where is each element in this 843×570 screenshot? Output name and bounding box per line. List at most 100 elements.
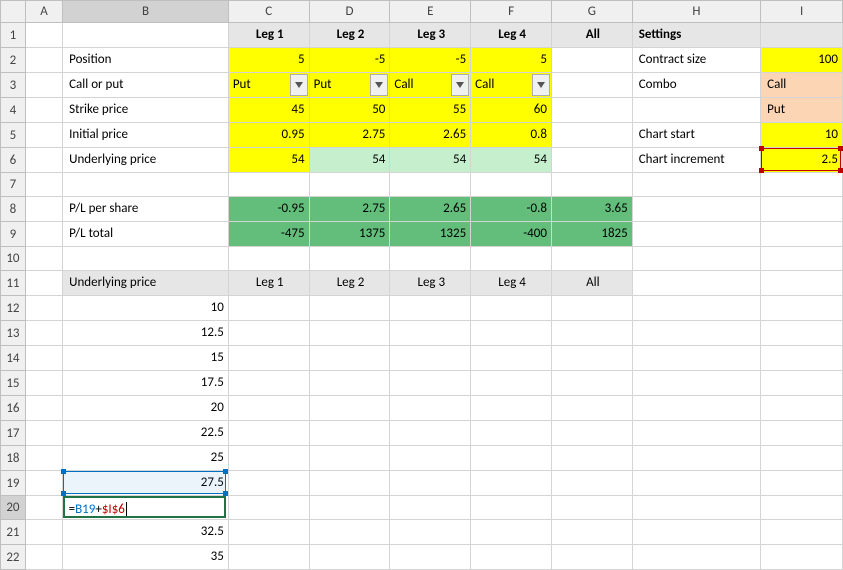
pltotal-l1: -475 [229,222,309,246]
row-13[interactable]: 13 [1,321,26,346]
contract-size-val[interactable]: 100 [761,48,842,72]
dropdown-icon[interactable] [532,74,550,96]
label-init-price: Initial price [63,123,228,147]
row-12[interactable]: 12 [1,296,26,321]
position-l3[interactable]: -5 [390,48,470,72]
series-b16[interactable]: 20 [63,396,228,420]
plshare-l4: -0.8 [471,197,551,221]
under-l4[interactable]: 54 [471,148,551,172]
col-I[interactable]: I [761,1,843,23]
callput-l2-cell[interactable]: Put [309,73,390,98]
callput-l4-cell[interactable]: Call [471,73,552,98]
strike-l4[interactable]: 60 [471,98,551,122]
combo-put[interactable]: Put [761,98,842,122]
col-B[interactable]: B [63,1,229,23]
h2-leg4: Leg 4 [471,271,551,295]
header-all: All [552,23,632,47]
row-4[interactable]: 4 [1,98,26,123]
row-11[interactable]: 11 [1,271,26,296]
formula-edit-cell[interactable]: =B19+$I$6 [63,496,227,518]
position-l2[interactable]: -5 [310,48,390,72]
position-l1[interactable]: 5 [229,48,309,72]
label-combo: Combo [633,73,760,97]
formula-ref-b19: B19 [75,502,95,517]
row-8[interactable]: 8 [1,197,26,222]
pltotal-l3: 1325 [390,222,470,246]
series-b15[interactable]: 17.5 [63,371,228,395]
col-D[interactable]: D [309,1,390,23]
under-l3[interactable]: 54 [390,148,470,172]
row-3[interactable]: 3 [1,73,26,98]
column-headers[interactable]: A B C D E F G H I [1,1,843,23]
header-leg3: Leg 3 [390,23,470,47]
col-G[interactable]: G [551,1,632,23]
col-C[interactable]: C [228,1,309,23]
row-22[interactable]: 22 [1,545,26,570]
col-F[interactable]: F [471,1,552,23]
chart-start-val[interactable]: 10 [761,123,842,147]
row-20[interactable]: 20 [1,496,26,520]
row-7[interactable]: 7 [1,173,26,197]
text-cursor [126,502,127,516]
label-pl-total: P/L total [63,222,228,246]
strike-l2[interactable]: 50 [310,98,390,122]
h2-leg1: Leg 1 [229,271,309,295]
strike-l3[interactable]: 55 [390,98,470,122]
row-15[interactable]: 15 [1,371,26,396]
series-b22[interactable]: 35 [63,545,228,569]
pltotal-all: 1825 [552,222,632,246]
row-6[interactable]: 6 [1,148,26,173]
label-chart-increment: Chart increment [633,148,760,172]
series-b17[interactable]: 22.5 [63,421,228,445]
plshare-l1: -0.95 [229,197,309,221]
col-H[interactable]: H [632,1,760,23]
callput-l1-cell[interactable]: Put [228,73,309,98]
series-b18[interactable]: 25 [63,446,228,470]
series-b12[interactable]: 10 [63,296,228,320]
series-b21[interactable]: 32.5 [63,520,228,544]
dropdown-icon[interactable] [290,74,308,96]
init-l4[interactable]: 0.8 [471,123,551,147]
row-1[interactable]: 1 [1,23,26,48]
row-2[interactable]: 2 [1,48,26,73]
position-l4[interactable]: 5 [471,48,551,72]
header-settings: Settings [633,23,760,47]
header-leg2: Leg 2 [310,23,390,47]
series-b19[interactable]: 27.5 [63,471,228,495]
under-l2[interactable]: 54 [310,148,390,172]
strike-l1[interactable]: 45 [229,98,309,122]
label-position: Position [63,48,228,72]
under-l1[interactable]: 54 [229,148,309,172]
init-l2[interactable]: 2.75 [310,123,390,147]
chart-increment-val[interactable]: 2.5 [761,148,842,172]
row-17[interactable]: 17 [1,421,26,446]
callput-l3-cell[interactable]: Call [390,73,471,98]
row-9[interactable]: 9 [1,222,26,247]
col-A[interactable]: A [25,1,62,23]
label-underlying-2: Underlying price [63,271,228,295]
col-E[interactable]: E [390,1,471,23]
h2-all: All [552,271,632,295]
combo-call[interactable]: Call [761,73,842,97]
row-19[interactable]: 19 [1,471,26,496]
row-16[interactable]: 16 [1,396,26,421]
row-18[interactable]: 18 [1,446,26,471]
series-b14[interactable]: 15 [63,346,228,370]
series-b13[interactable]: 12.5 [63,321,228,345]
plshare-all: 3.65 [552,197,632,221]
row-5[interactable]: 5 [1,123,26,148]
header-leg4: Leg 4 [471,23,551,47]
init-l3[interactable]: 2.65 [390,123,470,147]
plshare-l3: 2.65 [390,197,470,221]
label-call-or-put: Call or put [63,73,228,97]
dropdown-icon[interactable] [370,74,388,96]
row-10[interactable]: 10 [1,247,26,271]
row-14[interactable]: 14 [1,346,26,371]
label-contract-size: Contract size [633,48,760,72]
label-underlying: Underlying price [63,148,228,172]
init-l1[interactable]: 0.95 [229,123,309,147]
spreadsheet-grid[interactable]: A B C D E F G H I 1 Leg 1 Leg 2 Leg 3 Le… [0,0,843,570]
row-21[interactable]: 21 [1,520,26,545]
dropdown-icon[interactable] [451,74,469,96]
label-strike: Strike price [63,98,228,122]
